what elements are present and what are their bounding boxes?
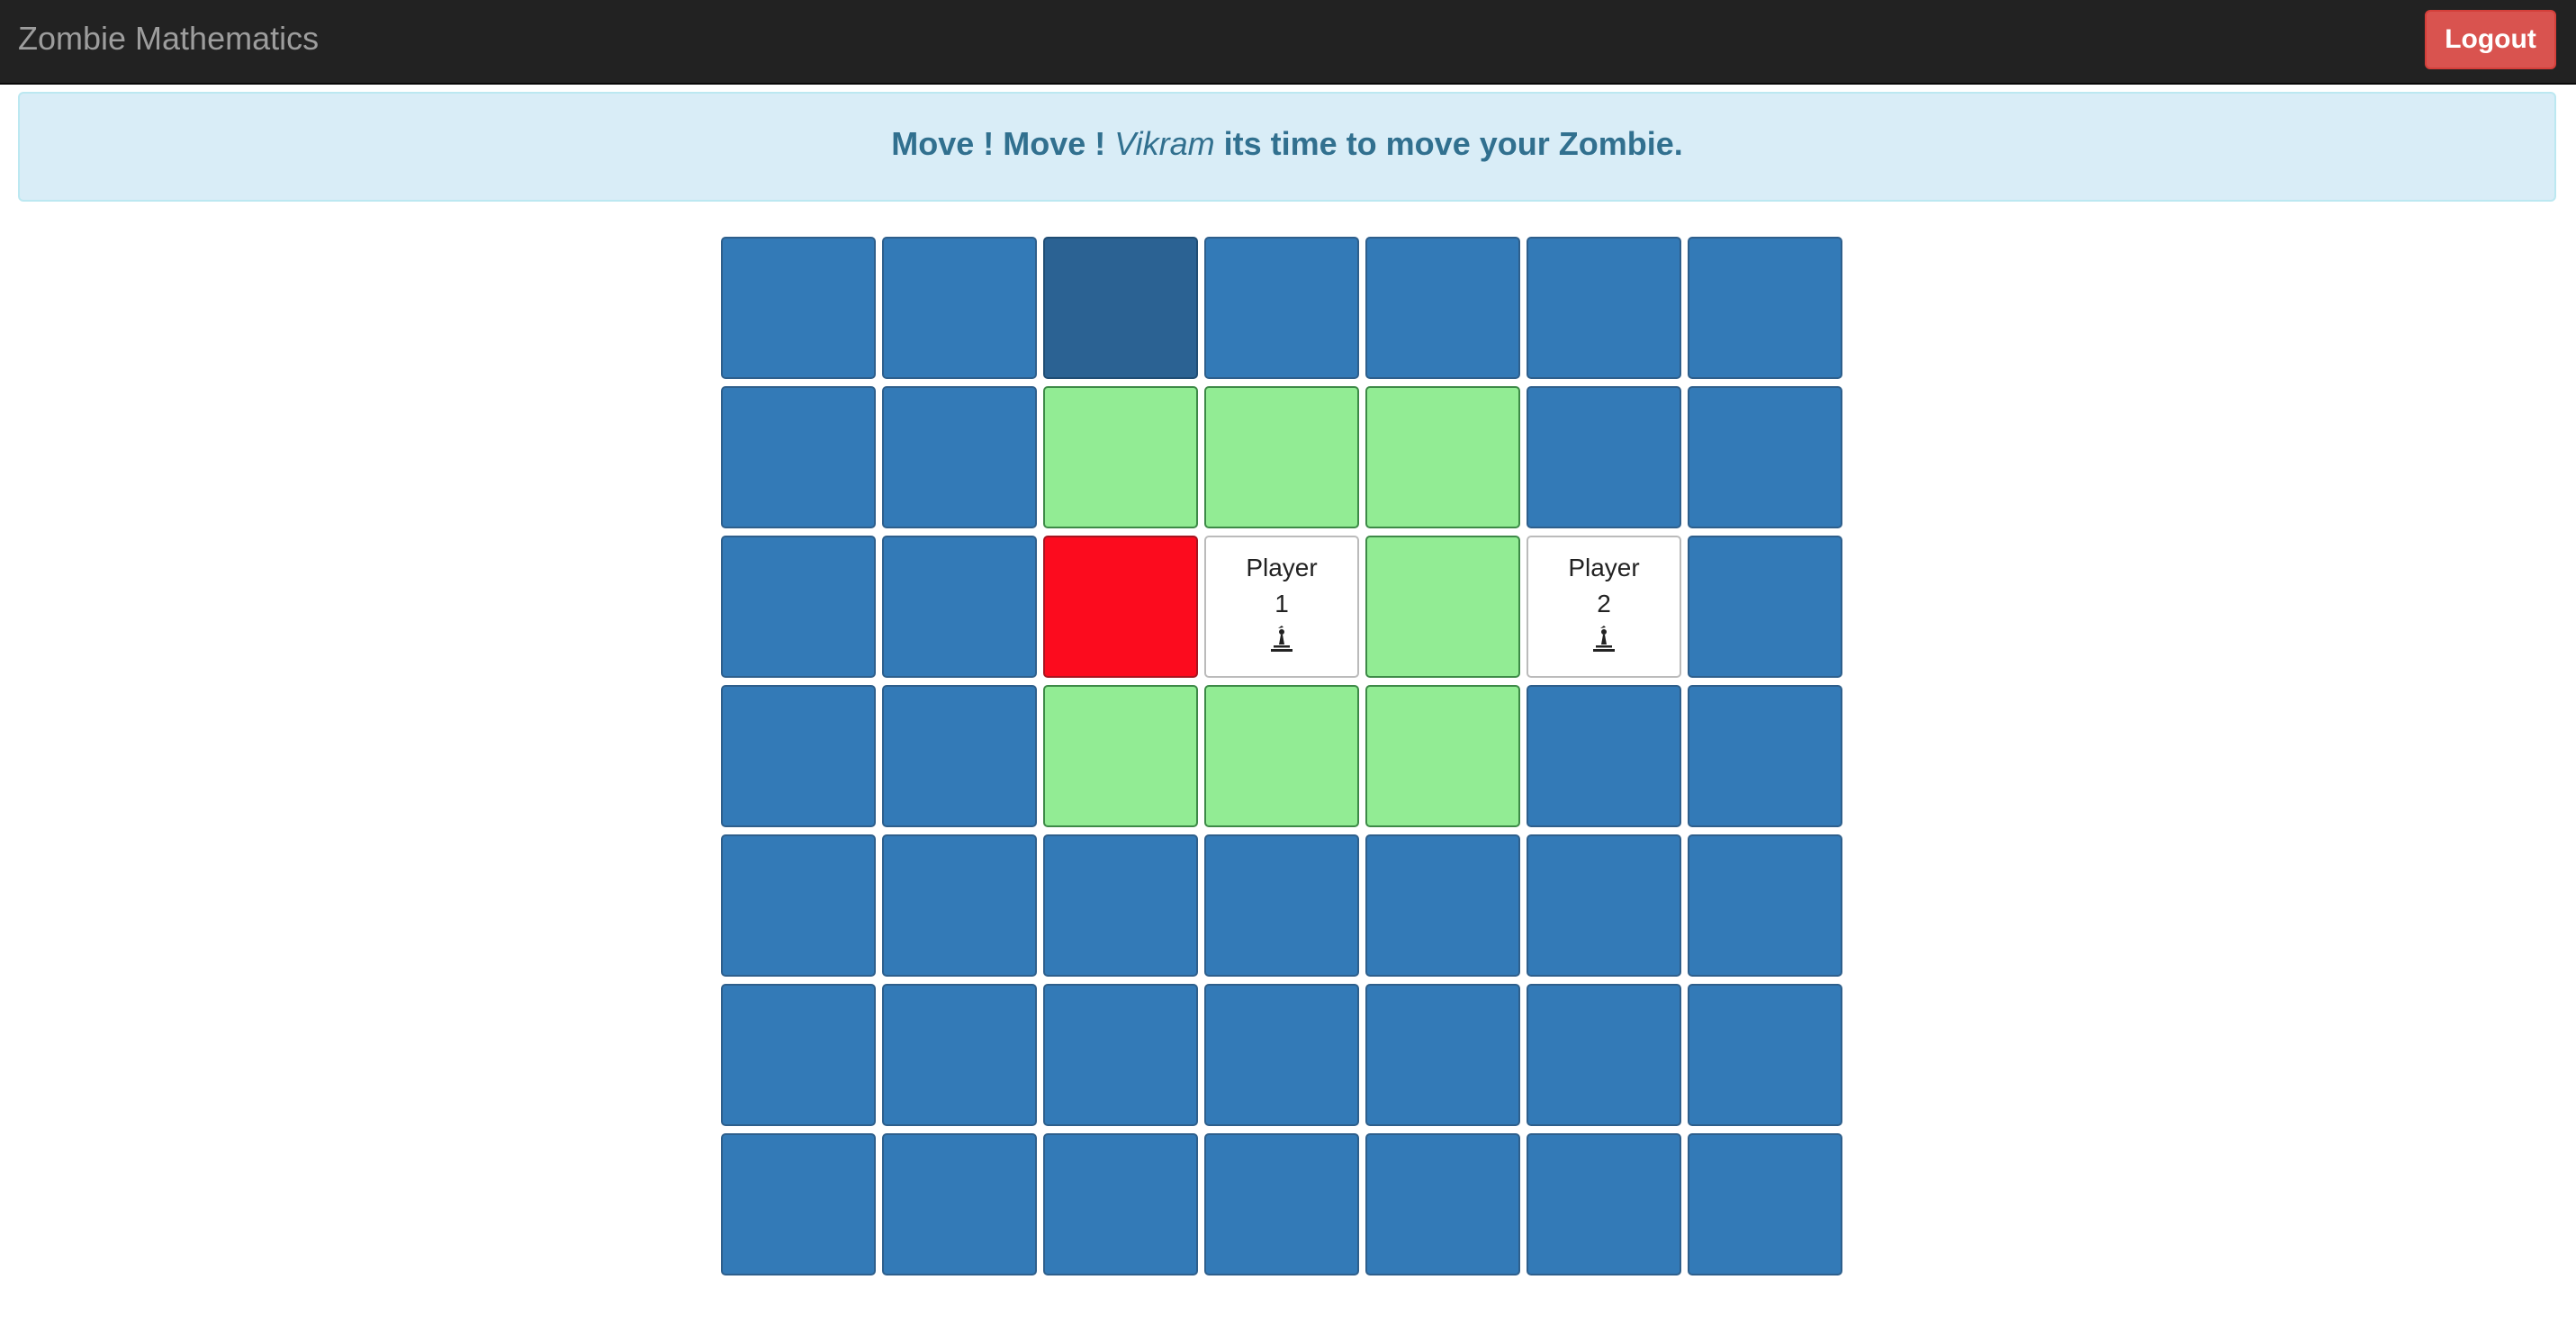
player-1-tile[interactable]: Player 1 [1204,536,1359,678]
valid-move-tile[interactable] [1204,685,1359,827]
board-tile[interactable] [721,237,876,379]
app-title[interactable]: Zombie Mathematics [18,0,319,83]
board-tile[interactable] [721,536,876,678]
board-tile[interactable] [1527,685,1681,827]
logout-button[interactable]: Logout [2425,10,2556,69]
board-tile[interactable] [882,237,1037,379]
board-tile[interactable] [1688,386,1842,528]
board-tile[interactable] [1688,685,1842,827]
board-tile[interactable] [1527,1133,1681,1275]
pawn-icon [1593,626,1615,652]
board-tile[interactable] [1365,237,1520,379]
board-tile[interactable] [1527,834,1681,977]
board-tile[interactable] [1688,237,1842,379]
pawn-icon [1271,626,1293,652]
board-tile[interactable] [1365,984,1520,1126]
game-board: Player 1 Player 2 [721,237,1846,1276]
board-tile[interactable] [1527,237,1681,379]
board-tile[interactable] [1204,834,1359,977]
board-tile[interactable] [1204,237,1359,379]
valid-move-tile[interactable] [1043,685,1198,827]
board-tile[interactable] [721,1133,876,1275]
board-tile[interactable] [882,1133,1037,1275]
board-tile[interactable] [1204,984,1359,1126]
navbar: Zombie Mathematics Logout [0,0,2576,85]
board-tile[interactable] [1043,984,1198,1126]
valid-move-tile[interactable] [1043,386,1198,528]
player-2-tile[interactable]: Player 2 [1527,536,1681,678]
board-tile[interactable] [882,984,1037,1126]
board-tile[interactable] [1204,1133,1359,1275]
board-tile[interactable] [1043,834,1198,977]
player-label: Player [1246,554,1318,581]
board-tile[interactable] [882,386,1037,528]
player-number: 1 [1274,590,1289,617]
board-tile[interactable] [1365,834,1520,977]
valid-move-tile[interactable] [1204,386,1359,528]
board-tile[interactable] [1527,386,1681,528]
zombie-tile[interactable] [1043,536,1198,678]
board-tile[interactable] [721,834,876,977]
board-tile[interactable] [882,834,1037,977]
board-tile[interactable] [721,685,876,827]
board-tile[interactable] [882,685,1037,827]
board-tile[interactable] [721,386,876,528]
alert-prefix: Move ! Move ! [891,125,1106,162]
board-tile[interactable] [882,536,1037,678]
board-tile[interactable] [1365,1133,1520,1275]
alert-player-name: Vikram [1114,125,1215,162]
player-number: 2 [1597,590,1611,617]
board-tile[interactable] [721,984,876,1126]
board-tile[interactable] [1688,834,1842,977]
board-tile[interactable] [1688,536,1842,678]
board-tile[interactable] [1043,1133,1198,1275]
player-label: Player [1568,554,1640,581]
board-tile[interactable] [1688,984,1842,1126]
board-tile[interactable] [1527,984,1681,1126]
valid-move-tile[interactable] [1365,386,1520,528]
board-tile[interactable] [1688,1133,1842,1275]
selected-tile[interactable] [1043,237,1198,379]
valid-move-tile[interactable] [1365,536,1520,678]
valid-move-tile[interactable] [1365,685,1520,827]
alert-suffix: its time to move your Zombie. [1223,125,1683,162]
turn-alert: Move ! Move ! Vikram its time to move yo… [18,92,2556,202]
